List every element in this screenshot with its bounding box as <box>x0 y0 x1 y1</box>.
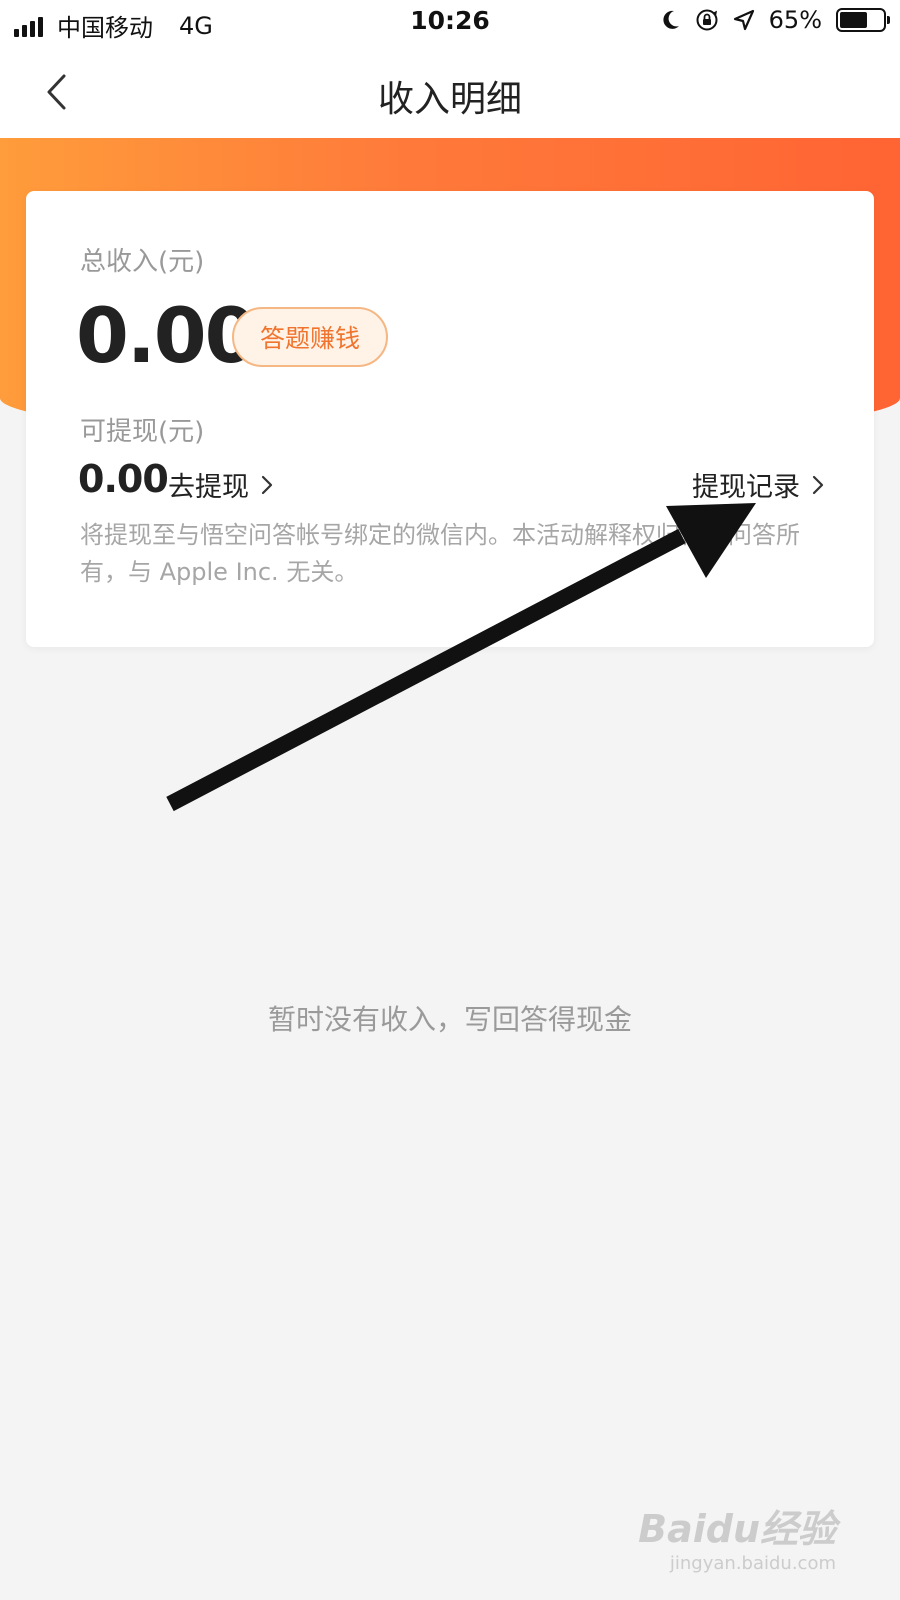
total-income-label: 总收入(元) <box>80 247 205 277</box>
withdrawable-label: 可提现(元) <box>80 417 205 447</box>
watermark-url: jingyan.baidu.com <box>669 1553 836 1574</box>
location-icon <box>733 9 754 31</box>
go-withdraw-label: 去提现 <box>168 472 249 503</box>
page-title: 收入明细 <box>377 79 522 120</box>
battery-icon <box>836 8 890 32</box>
chevron-right-icon <box>261 475 273 494</box>
chevron-right-icon <box>812 475 824 494</box>
empty-state-message: 暂时没有收入，写回答得现金 <box>267 1003 632 1036</box>
go-withdraw-link[interactable]: 去提现 <box>168 465 273 504</box>
battery-fill <box>840 12 868 28</box>
withdraw-record-link[interactable]: 提现记录 <box>692 465 824 504</box>
withdraw-record-label: 提现记录 <box>692 472 800 503</box>
withdrawable-value: 0.00 <box>78 457 169 501</box>
battery-percent: 65% <box>768 6 822 34</box>
status-right: 65% <box>661 6 890 34</box>
moon-icon <box>663 10 679 29</box>
total-income-value: 0.00 <box>76 291 258 380</box>
answer-earn-button[interactable]: 答题赚钱 <box>232 307 388 367</box>
withdraw-notice: 将提现至与悟空问答帐号绑定的微信内。本活动解释权归悟空问答所有，与 Apple … <box>80 521 800 586</box>
watermark: Baidu经验 jingyan.baidu.com <box>638 1498 836 1574</box>
income-card: 总收入(元) 0.00 答题赚钱 可提现(元) 0.00 去提现 提现记录 将提… <box>26 191 874 647</box>
watermark-logo: Baidu经验 <box>638 1507 836 1551</box>
rotation-lock-icon <box>696 9 718 31</box>
status-bar: 中国移动 4G 10:26 65% <box>0 0 900 46</box>
nav-bar: 收入明细 <box>0 46 900 138</box>
income-detail-page: 中国移动 4G 10:26 65% 收入明细 总收入(元) 0.00 答题赚钱 … <box>0 0 900 1600</box>
